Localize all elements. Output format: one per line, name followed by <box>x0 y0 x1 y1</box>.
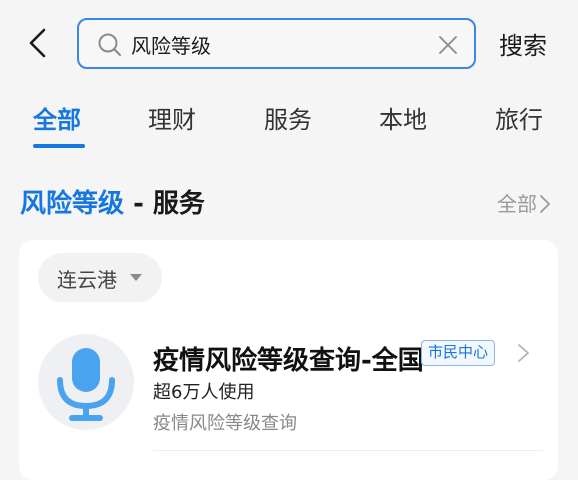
active-tab-indicator <box>33 144 85 148</box>
city-label: 连云港 <box>57 268 117 292</box>
tab-services[interactable]: 服务 <box>264 100 312 135</box>
city-selector[interactable]: 连云港 <box>38 253 162 302</box>
microphone-icon[interactable] <box>38 334 134 430</box>
tab-travel[interactable]: 旅行 <box>495 100 543 135</box>
tab-finance[interactable]: 理财 <box>148 100 196 135</box>
close-icon[interactable] <box>437 34 459 56</box>
search-button[interactable]: 搜索 <box>499 26 547 61</box>
tab-all[interactable]: 全部 <box>33 100 81 135</box>
category-tabs: 全部 理财 服务 本地 旅行 <box>0 94 578 154</box>
service-card: 连云港 疫情风险等级查询-全国 市民中心 超6万人使用 疫情风险等级查询 <box>19 240 558 480</box>
search-input[interactable] <box>131 28 421 60</box>
section-title: 风险等级 - 服务 <box>20 183 205 220</box>
provider-badge: 市民中心 <box>421 340 496 366</box>
service-title[interactable]: 疫情风险等级查询-全国 <box>153 340 424 377</box>
section-more-link[interactable]: 全部 <box>497 188 551 217</box>
search-box[interactable] <box>77 18 476 69</box>
service-description: 疫情风险等级查询 <box>153 413 297 434</box>
chevron-left-icon[interactable] <box>22 26 56 60</box>
section-category: 服务 <box>152 189 205 219</box>
top-bar: 搜索 <box>0 0 578 88</box>
chevron-right-icon <box>540 195 550 213</box>
section-separator: - <box>124 189 153 219</box>
chevron-right-icon[interactable] <box>516 342 532 364</box>
divider <box>153 450 543 451</box>
tab-local[interactable]: 本地 <box>379 100 427 135</box>
usage-count: 超6万人使用 <box>153 382 255 403</box>
search-icon <box>98 33 121 56</box>
caret-down-icon <box>130 274 142 281</box>
section-more-label: 全部 <box>497 192 537 216</box>
section-keyword: 风险等级 <box>20 189 125 219</box>
